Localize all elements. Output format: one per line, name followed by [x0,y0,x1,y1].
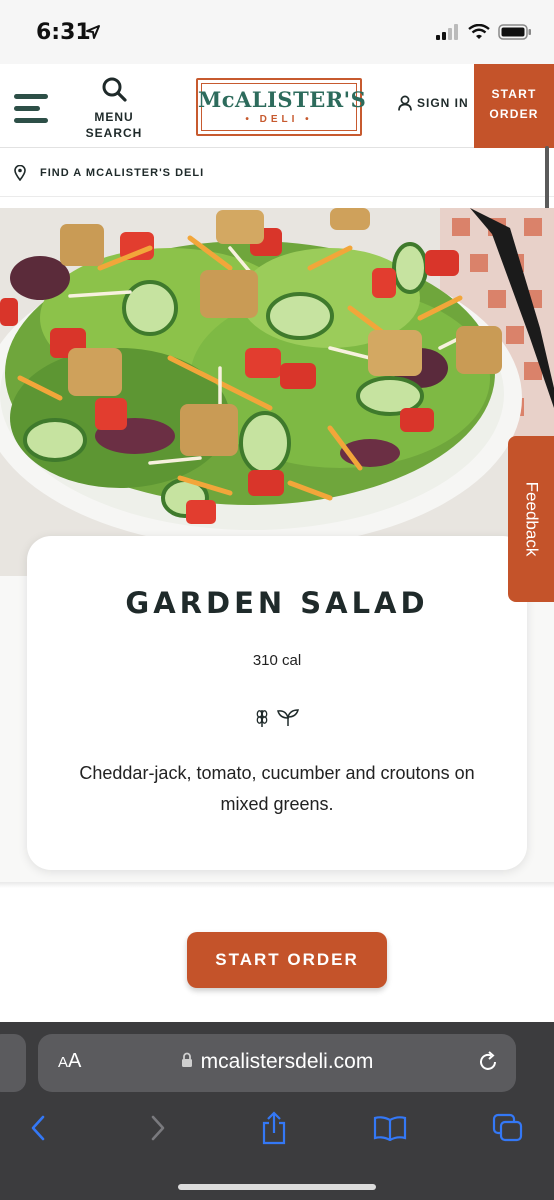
status-icons [436,24,532,40]
browser-toolbar: AA mcalistersdeli.com [0,1022,554,1200]
url-text: mcalistersdeli.com [200,1050,374,1073]
tabs-icon[interactable] [488,1108,528,1148]
search-label: SEARCH [85,126,143,140]
search-icon [102,77,127,102]
url-display: mcalistersdeli.com [38,1050,516,1074]
bookmarks-icon[interactable] [370,1108,410,1148]
sign-in-label: SIGN IN [417,96,469,110]
status-bar: 6:31 [0,0,554,64]
leaf-icon [277,709,299,726]
user-icon [398,95,412,111]
section-divider [0,882,554,888]
product-title: GARDEN SALAD [125,586,429,620]
start-order-line1: START [491,87,537,101]
menu-search-button[interactable]: MENU SEARCH [84,76,144,141]
battery-icon [498,24,531,40]
diet-icons [27,708,527,728]
hamburger-icon[interactable] [14,94,48,128]
start-order-line2: ORDER [489,107,539,121]
start-order-header-button[interactable]: START ORDER [474,64,554,148]
location-arrow-icon [86,25,100,39]
site-header: MENU SEARCH McALISTER'S • DELI • SIGN IN… [0,64,554,148]
address-bar[interactable]: AA mcalistersdeli.com [38,1034,516,1092]
home-indicator[interactable] [178,1184,376,1190]
previous-tab-preview[interactable] [0,1034,26,1092]
start-order-button[interactable]: START ORDER [187,932,387,988]
find-location-label: FIND A MCALISTER'S DELI [40,166,205,179]
reload-icon[interactable] [476,1050,500,1074]
product-description: Cheddar-jack, tomato, cucumber and crout… [79,763,475,814]
feedback-tab[interactable]: Feedback [508,436,554,602]
lock-icon [181,1053,192,1068]
cellular-signal-icon [436,24,458,40]
garden-salad-image [0,208,554,576]
find-location-bar[interactable]: FIND A MCALISTER'S DELI [0,149,554,197]
feedback-label: Feedback [522,481,542,557]
product-calories: 310 cal [252,652,302,669]
product-card: GARDEN SALAD 310 cal Cheddar-jack, tomat… [27,536,527,870]
forward-icon[interactable] [138,1108,178,1148]
location-pin-icon [14,164,26,181]
status-time: 6:31 [36,20,91,45]
back-icon[interactable] [18,1108,58,1148]
logo-sub: • DELI • [245,114,313,125]
mcalisters-logo[interactable]: McALISTER'S • DELI • [196,78,367,136]
wheat-icon [256,710,268,727]
menu-label: MENU [94,110,134,124]
browser-nav-toolbar [0,1108,554,1148]
share-icon[interactable] [254,1108,294,1148]
logo-name: McALISTER'S [198,87,367,112]
sign-in-button[interactable]: SIGN IN [398,95,469,111]
wifi-icon [468,24,490,39]
